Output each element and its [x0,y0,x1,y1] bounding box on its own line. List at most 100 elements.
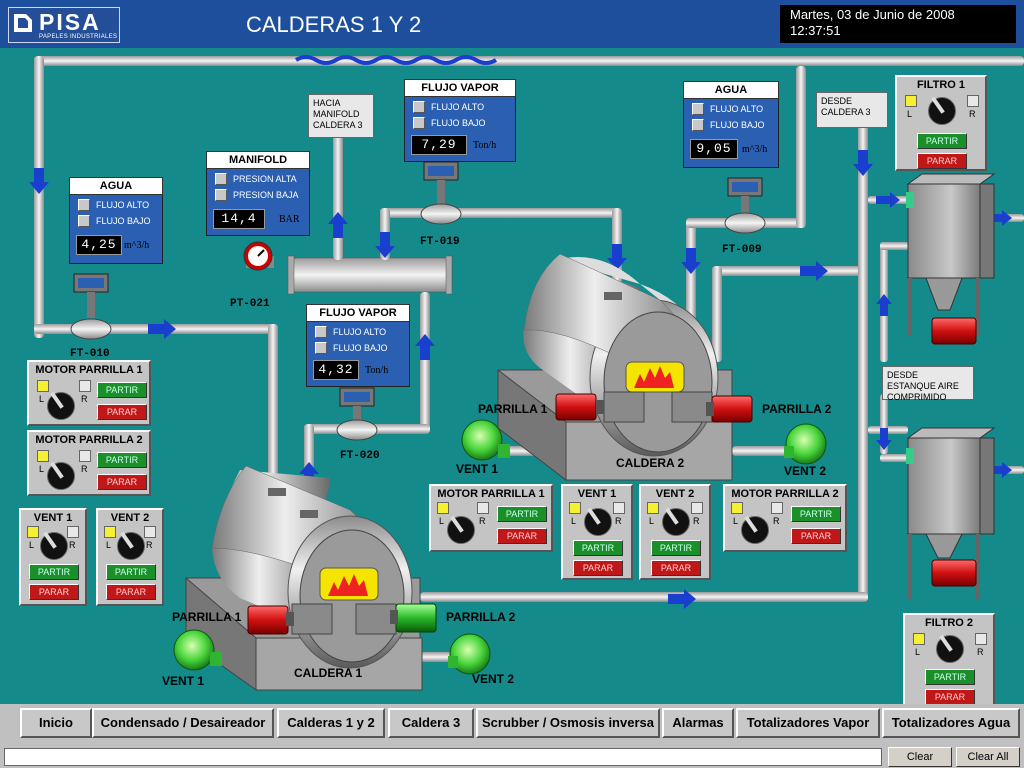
nav-inicio[interactable]: Inicio [20,708,92,738]
presion-alta-checkbox[interactable] [215,173,227,185]
manifold-indicator: MANIFOLD PRESION ALTA PRESION BAJA 14,4 … [206,151,310,236]
remote-label: R [69,540,76,550]
flujo-bajo-checkbox[interactable] [78,215,90,227]
clear-button[interactable]: Clear [888,747,952,767]
parar-button[interactable]: PARAR [791,528,841,544]
remote-lamp [691,502,703,514]
control-title: MOTOR PARRILLA 1 [437,488,545,500]
partir-button[interactable]: PARTIR [791,506,841,522]
parar-button[interactable]: PARAR [106,584,156,600]
selector-knob[interactable] [584,507,612,536]
flujo-bajo-checkbox[interactable] [315,342,327,354]
fan-vent-2-c1-icon [448,633,491,675]
parar-button[interactable]: PARAR [573,560,623,576]
nav-caldera-3[interactable]: Caldera 3 [388,708,474,738]
partir-button[interactable]: PARTIR [573,540,623,556]
nav-totalizadores-agua[interactable]: Totalizadores Agua [882,708,1020,738]
partir-button[interactable]: PARTIR [925,669,975,685]
flujo-alto-checkbox[interactable] [692,103,704,115]
pipe-network [34,55,1024,662]
presion-alta-label: PRESION ALTA [233,174,297,184]
title-bar: PISA PAPELES INDUSTRIALES CALDERAS 1 Y 2… [0,0,1024,48]
control-title: MOTOR PARRILLA 1 [35,364,143,376]
control-title: VENT 2 [655,488,695,500]
partir-button[interactable]: PARTIR [917,133,967,149]
parar-button[interactable]: PARAR [651,560,701,576]
tag-pt021: PT-021 [230,298,270,310]
parar-button[interactable]: PARAR [925,689,975,704]
partir-button[interactable]: PARTIR [97,452,147,468]
remote-lamp [144,526,156,538]
partir-button[interactable]: PARTIR [497,506,547,522]
remote-label: R [773,516,780,526]
nav-condensado-desaireador[interactable]: Condensado / Desaireador [92,708,274,738]
selector-knob[interactable] [936,634,964,663]
control-title: VENT 1 [33,512,73,524]
indicator-title: MANIFOLD [206,151,310,169]
parar-button[interactable]: PARAR [497,528,547,544]
indicator-title: FLUJO VAPOR [404,79,516,97]
date-text: Martes, 03 de Junio de 2008 [790,7,955,22]
selector-knob[interactable] [928,96,956,125]
remote-lamp [79,380,91,392]
fan-vent-2-c2-icon [784,423,827,465]
c2-motor-parrilla-1-control: MOTOR PARRILLA 1 L R PARTIR PARAR [429,484,553,552]
parar-button[interactable]: PARAR [29,584,79,600]
selector-knob[interactable] [40,531,68,560]
control-title: VENT 2 [110,512,150,524]
nav-totalizadores-vapor[interactable]: Totalizadores Vapor [736,708,880,738]
control-title: MOTOR PARRILLA 2 [731,488,839,500]
c1-parrilla-1-label: PARRILLA 1 [172,610,242,624]
time-text: 12:37:51 [790,23,841,38]
partir-button[interactable]: PARTIR [97,382,147,398]
nav-scrubber-osmosis[interactable]: Scrubber / Osmosis inversa [476,708,660,738]
flujo-bajo-checkbox[interactable] [692,119,704,131]
nav-alarmas[interactable]: Alarmas [662,708,734,738]
flujo-alto-checkbox[interactable] [413,101,425,113]
selector-knob[interactable] [662,507,690,536]
vapor-2-indicator: FLUJO VAPOR FLUJO ALTO FLUJO BAJO 7,29 T… [404,79,516,162]
selector-knob[interactable] [447,515,475,544]
remote-label: R [615,516,622,526]
alarm-status-bar: Clear Clear All [0,744,1024,768]
motor-parrilla-1-c1-icon [247,605,294,635]
pisa-logo-icon [14,14,32,32]
selector-knob[interactable] [47,461,75,490]
local-label: L [915,647,921,657]
selector-knob[interactable] [117,531,145,560]
c2-parrilla-1-label: PARRILLA 1 [478,402,548,416]
local-lamp [913,633,925,645]
screen-title: CALDERAS 1 Y 2 [246,12,422,37]
motor-parrilla-2-c2-icon [706,395,753,423]
clear-all-button[interactable]: Clear All [956,747,1020,767]
navigation-bar: Inicio Condensado / Desaireador Calderas… [0,704,1024,744]
flujo-alto-checkbox[interactable] [78,199,90,211]
parar-button[interactable]: PARAR [97,474,147,490]
local-lamp [647,502,659,514]
partir-button[interactable]: PARTIR [29,564,79,580]
local-label: L [649,516,655,526]
filter-1-motor-icon [931,317,977,345]
presion-baja-checkbox[interactable] [215,189,227,201]
process-panel: FT-010 FT-019 FT-009 FT-020 PT-021 CALDE… [0,48,1024,704]
pisa-logo: PISA PAPELES INDUSTRIALES [8,7,120,43]
indicator-body: FLUJO ALTO FLUJO BAJO 4,25 m^3/h [69,195,163,264]
local-lamp [104,526,116,538]
caldera-1-label: CALDERA 1 [294,666,363,680]
partir-button[interactable]: PARTIR [106,564,156,580]
flujo-bajo-checkbox[interactable] [413,117,425,129]
selector-knob[interactable] [47,391,75,420]
c1-parrilla-2-label: PARRILLA 2 [446,610,516,624]
nav-calderas-1-y-2[interactable]: Calderas 1 y 2 [277,708,385,738]
parar-button[interactable]: PARAR [97,404,147,420]
remote-label: R [479,516,486,526]
flujo-alto-checkbox[interactable] [315,326,327,338]
alarm-message-field[interactable] [4,748,882,766]
partir-button[interactable]: PARTIR [651,540,701,556]
parar-button[interactable]: PARAR [917,153,967,169]
control-title: VENT 1 [577,488,617,500]
date-time-display: Martes, 03 de Junio de 2008 12:37:51 [780,5,1016,43]
selector-knob[interactable] [741,515,769,544]
tag-ft020: FT-020 [340,450,380,462]
vapor-2-unit: Ton/h [473,140,497,151]
